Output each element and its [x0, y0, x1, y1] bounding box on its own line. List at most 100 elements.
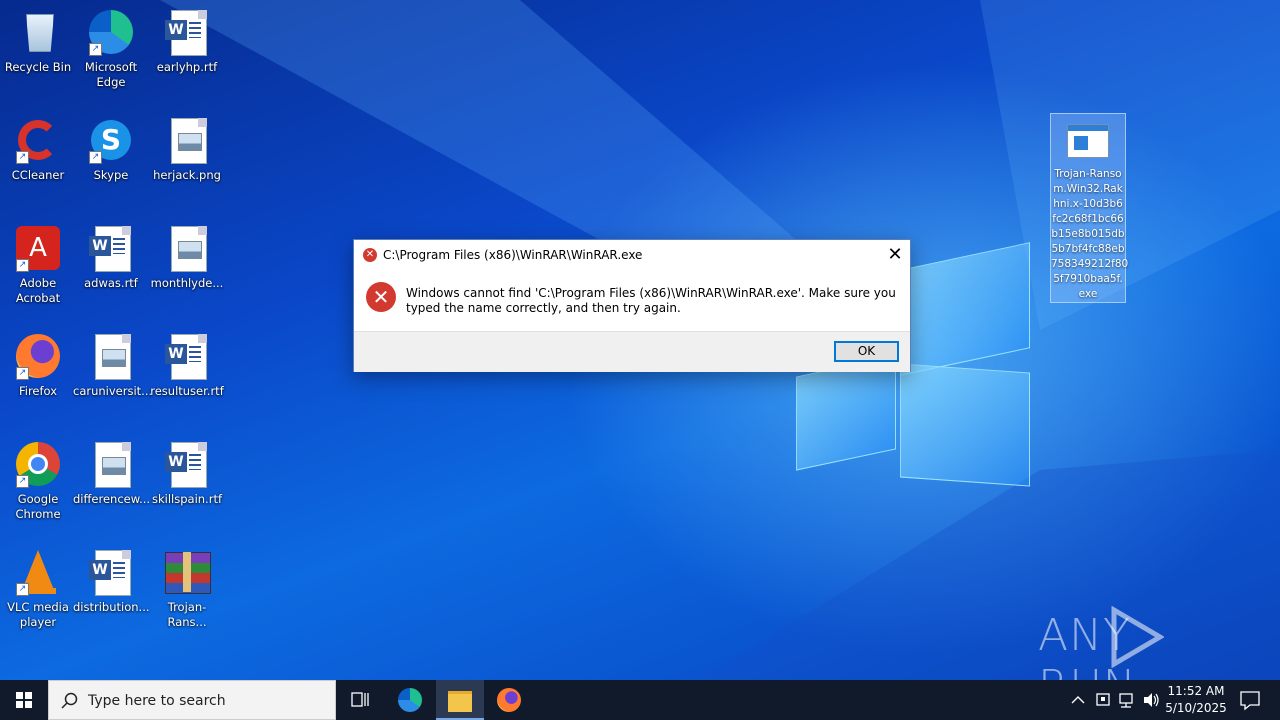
desktop-icon[interactable]: caruniversit... — [73, 332, 153, 399]
word-document-icon: W — [163, 332, 211, 380]
taskbar: Type here to search 11:52 AM 5/10/2025 — [0, 680, 1280, 720]
clock-date: 5/10/2025 — [1165, 701, 1227, 715]
action-center-button[interactable] — [1232, 680, 1268, 720]
chevron-up-icon — [1071, 696, 1085, 704]
taskbar-file-explorer[interactable] — [436, 680, 484, 720]
selected-file-label-line: 5f7910baa5f. — [1053, 273, 1123, 285]
word-document-icon: W — [87, 224, 135, 272]
show-hidden-icons[interactable] — [1066, 680, 1090, 720]
tray-volume[interactable] — [1140, 680, 1162, 720]
firefox-icon — [497, 688, 521, 712]
selected-file-label-line: hni.x-10d3b6 — [1053, 198, 1123, 210]
desktop-icon[interactable]: ↗ VLC media player — [0, 548, 76, 630]
desktop-icon[interactable]: Wdistribution... — [73, 548, 150, 615]
task-view-icon — [351, 692, 369, 707]
desktop-icon-label: adwas.rtf — [84, 276, 138, 290]
desktop-icon-label: caruniversit... — [73, 384, 153, 398]
dialog-title: C:\Program Files (x86)\WinRAR\WinRAR.exe — [383, 248, 643, 262]
error-small-icon: ✕ — [363, 248, 377, 262]
dialog-footer: OK — [354, 331, 910, 372]
desktop-icon-label: Skype — [93, 168, 129, 182]
vlc-icon: ↗ — [14, 548, 62, 596]
selected-file-highlight[interactable]: Trojan-Ranso m.Win32.Rak hni.x-10d3b6 fc2c6… — [1050, 113, 1129, 303]
desktop-icon[interactable]: A ↗ Adobe Acrobat — [0, 224, 76, 306]
desktop-icon[interactable]: monthlyde... — [149, 224, 225, 291]
desktop-icon-label: CCleaner — [11, 168, 65, 182]
desktop-icon[interactable]: S ↗ Skype — [73, 116, 149, 183]
desktop-icon[interactable]: ↗ CCleaner — [0, 116, 76, 183]
exe-file-icon — [1067, 124, 1109, 158]
desktop-icon-label: Recycle Bin — [4, 60, 72, 74]
ok-button[interactable]: OK — [834, 341, 899, 362]
desktop-icon-label: Adobe Acrobat — [15, 276, 61, 305]
skype-icon: S ↗ — [87, 116, 135, 164]
close-button[interactable]: ✕ — [880, 240, 910, 270]
image-file-icon — [163, 224, 211, 272]
desktop: Recycle Bin ↗ Microsoft Edge Wearlyhp.rtf ↗ C… — [0, 0, 1280, 680]
selected-file-label-line: exe — [1078, 288, 1098, 300]
desktop-icon-label: Google Chrome — [15, 492, 61, 521]
shortcut-arrow-icon: ↗ — [16, 367, 29, 380]
desktop-icon-label: herjack.png — [153, 168, 221, 182]
recycle-bin-icon — [14, 8, 62, 56]
chrome-icon: ↗ — [14, 440, 62, 488]
image-file-icon — [87, 332, 135, 380]
shortcut-arrow-icon: ↗ — [16, 475, 29, 488]
image-file-icon — [87, 440, 135, 488]
acrobat-icon: A ↗ — [14, 224, 62, 272]
word-document-icon: W — [87, 548, 135, 596]
selected-file-label-line: 758349212f80 — [1051, 258, 1129, 270]
desktop-icon[interactable]: ↗ Firefox — [0, 332, 76, 399]
task-view-button[interactable] — [340, 680, 380, 720]
desktop-icon[interactable]: Wearlyhp.rtf — [149, 8, 225, 75]
desktop-icon-label: distribution... — [73, 600, 150, 614]
desktop-icon-label: Firefox — [18, 384, 58, 398]
desktop-icon[interactable]: herjack.png — [149, 116, 225, 183]
desktop-icon[interactable]: ↗ Google Chrome — [0, 440, 76, 522]
dialog-title-bar[interactable]: ✕ C:\Program Files (x86)\WinRAR\WinRAR.e… — [354, 240, 910, 270]
taskbar-firefox[interactable] — [486, 680, 532, 720]
start-button[interactable] — [0, 680, 48, 720]
volume-icon — [1144, 693, 1159, 707]
word-document-icon: W — [163, 8, 211, 56]
tray-network[interactable] — [1116, 680, 1138, 720]
selected-file-label-line: fc2c68f1bc66 — [1052, 213, 1124, 225]
tray-device[interactable] — [1092, 680, 1114, 720]
word-document-icon: W — [163, 440, 211, 488]
desktop-icon-label: Microsoft Edge — [84, 60, 138, 89]
desktop-icon[interactable]: Wresultuser.rtf — [149, 332, 225, 399]
desktop-icon[interactable]: Recycle Bin — [0, 8, 76, 75]
device-icon — [1096, 693, 1110, 706]
desktop-icon-label: resultuser.rtf — [150, 384, 224, 398]
shortcut-arrow-icon: ↗ — [89, 151, 102, 164]
taskbar-search-box[interactable]: Type here to search — [48, 680, 336, 720]
winrar-archive-icon — [163, 548, 211, 596]
error-icon: ✕ — [366, 282, 396, 312]
firefox-icon: ↗ — [14, 332, 62, 380]
shortcut-arrow-icon: ↗ — [16, 259, 29, 272]
desktop-icon-label: skillspain.rtf — [152, 492, 222, 506]
windows-start-icon — [16, 692, 32, 708]
desktop-icon[interactable]: Wadwas.rtf — [73, 224, 149, 291]
desktop-icon-label: VLC media player — [7, 600, 69, 629]
taskbar-edge[interactable] — [388, 680, 434, 720]
selected-file-label-line: 5b7bf4fc88eb — [1051, 243, 1125, 255]
image-file-icon — [163, 116, 211, 164]
notification-icon — [1240, 691, 1260, 711]
clock-time: 11:52 AM — [1167, 684, 1225, 698]
selected-file-label-line: b15e8b015db — [1051, 228, 1125, 240]
shortcut-arrow-icon: ↗ — [89, 43, 102, 56]
desktop-icon[interactable]: differencew... — [73, 440, 150, 507]
ccleaner-icon: ↗ — [14, 116, 62, 164]
desktop-icon[interactable]: Trojan-Rans... — [149, 548, 225, 630]
desktop-icon[interactable]: ↗ Microsoft Edge — [73, 8, 149, 90]
dialog-message: Windows cannot find 'C:\Program Files (x… — [406, 286, 896, 315]
play-logo-icon — [1111, 606, 1164, 668]
clock[interactable]: 11:52 AM 5/10/2025 — [1164, 680, 1228, 720]
shortcut-arrow-icon: ↗ — [16, 583, 29, 596]
search-placeholder: Type here to search — [88, 693, 226, 709]
selected-file-label: Trojan-Ranso m.Win32.Rak hni.x-10d3b6 fc2c6… — [1051, 167, 1129, 302]
network-icon — [1119, 693, 1133, 708]
desktop-icon[interactable]: Wskillspain.rtf — [149, 440, 225, 507]
edge-icon — [398, 688, 422, 712]
